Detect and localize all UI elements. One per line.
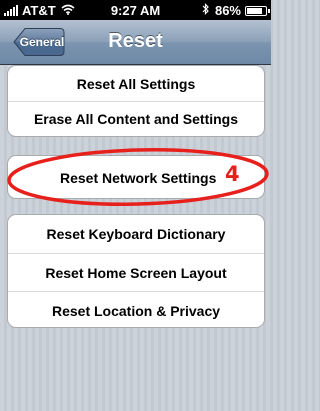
- annotation-step-number: 4: [225, 162, 240, 186]
- battery-percent: 86%: [214, 3, 241, 18]
- status-right: 86%: [202, 3, 270, 18]
- reset-home-screen-layout-button[interactable]: Reset Home Screen Layout: [8, 253, 264, 291]
- reset-group-1: Reset All Settings Erase All Content and…: [7, 65, 265, 137]
- reset-location-privacy-button[interactable]: Reset Location & Privacy: [8, 291, 264, 327]
- battery-fill: [247, 7, 263, 14]
- bluetooth-icon: [202, 3, 209, 18]
- page-title: Reset: [108, 30, 163, 52]
- battery-icon: [245, 5, 270, 16]
- navigation-bar: General Reset: [0, 20, 271, 65]
- status-bar: AT&T 9:27 AM 86%: [0, 0, 271, 20]
- erase-all-content-button[interactable]: Erase All Content and Settings: [8, 101, 264, 136]
- reset-all-settings-button[interactable]: Reset All Settings: [8, 66, 264, 101]
- reset-group-3: Reset Keyboard Dictionary Reset Home Scr…: [7, 214, 265, 328]
- reset-keyboard-dictionary-button[interactable]: Reset Keyboard Dictionary: [8, 215, 264, 253]
